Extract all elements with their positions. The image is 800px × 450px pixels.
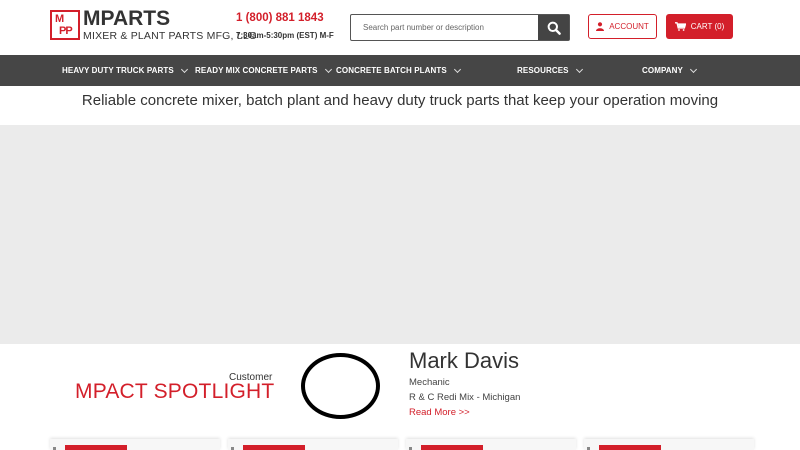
account-label: ACCOUNT — [609, 22, 649, 31]
nav-item-resources[interactable]: RESOURCES — [517, 55, 583, 86]
phone-number[interactable]: 1 (800) 881 1843 — [236, 12, 324, 24]
card-badge — [421, 445, 483, 450]
search-icon — [547, 21, 561, 35]
nav-item-label: COMPANY — [642, 66, 683, 75]
spotlight-company: R & C Redi Mix - Michigan — [409, 392, 521, 403]
nav-item-label: CONCRETE BATCH PLANTS — [336, 66, 447, 75]
spotlight-name: Mark Davis — [409, 348, 520, 373]
search-input[interactable] — [351, 15, 539, 40]
card-badge — [65, 445, 127, 450]
chevron-down-icon — [180, 65, 188, 73]
hero-banner — [0, 125, 800, 344]
cart-icon — [674, 22, 686, 31]
logo-mark: M PP — [50, 10, 80, 40]
product-card[interactable] — [228, 439, 398, 450]
product-card[interactable] — [584, 439, 754, 450]
chevron-down-icon — [575, 65, 583, 73]
nav-item-label: RESOURCES — [517, 66, 569, 75]
chevron-down-icon — [324, 65, 332, 73]
spotlight-role: Mechanic — [409, 377, 450, 388]
cart-button[interactable]: CART (0) — [666, 14, 733, 39]
page-tagline: Reliable concrete mixer, batch plant and… — [81, 92, 719, 109]
nav-item-label: HEAVY DUTY TRUCK PARTS — [62, 66, 174, 75]
logo-wordmark: MPARTS — [83, 7, 171, 30]
account-button[interactable]: ACCOUNT — [588, 14, 657, 39]
avatar — [301, 353, 380, 419]
logo-mark-bottom: PP — [59, 25, 73, 37]
product-card[interactable] — [50, 439, 220, 450]
nav-item-company[interactable]: COMPANY — [642, 55, 698, 86]
site-logo[interactable]: M PP MPARTS MIXER & PLANT PARTS MFG, LLC — [50, 7, 256, 44]
business-hours: 7:30am-5:30pm (EST) M-F — [236, 31, 334, 40]
nav-item-heavy-duty-truck-parts[interactable]: HEAVY DUTY TRUCK PARTS — [62, 55, 188, 86]
cart-label: CART (0) — [690, 22, 725, 31]
search-button[interactable] — [538, 15, 569, 40]
chevron-down-icon — [453, 65, 461, 73]
logo-mark-top: M — [55, 13, 64, 25]
card-badge — [243, 445, 305, 450]
product-card[interactable] — [406, 439, 576, 450]
card-badge — [599, 445, 661, 450]
read-more-link[interactable]: Read More >> — [409, 407, 470, 418]
nav-item-concrete-batch-plants[interactable]: CONCRETE BATCH PLANTS — [336, 55, 461, 86]
logo-subtitle: MIXER & PLANT PARTS MFG, LLC — [83, 30, 257, 42]
main-nav: HEAVY DUTY TRUCK PARTS READY MIX CONCRET… — [0, 55, 800, 86]
chevron-down-icon — [689, 65, 698, 73]
user-icon — [596, 22, 605, 31]
nav-item-ready-mix-concrete-parts[interactable]: READY MIX CONCRETE PARTS — [195, 55, 332, 86]
site-header: M PP MPARTS MIXER & PLANT PARTS MFG, LLC… — [0, 0, 800, 55]
search-box — [350, 14, 570, 41]
spotlight-heading: MPACT SPOTLIGHT — [75, 380, 275, 403]
nav-item-label: READY MIX CONCRETE PARTS — [195, 66, 318, 75]
